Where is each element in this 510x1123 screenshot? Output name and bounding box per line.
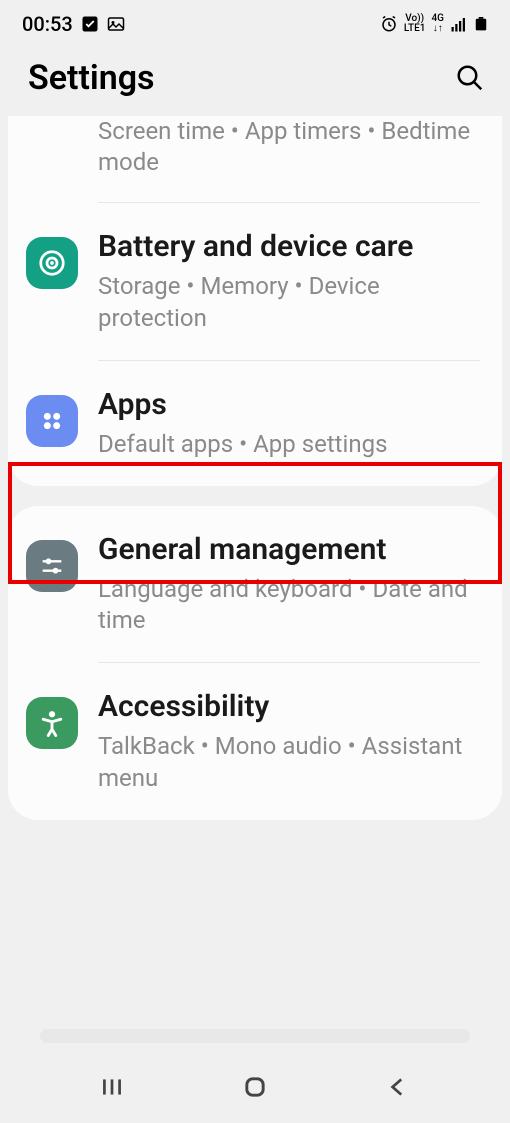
item-subtitle: Language and keyboard • Date and time: [98, 574, 480, 636]
home-icon: [241, 1073, 269, 1101]
nav-back-button[interactable]: [368, 1067, 428, 1107]
status-time: 00:53: [22, 12, 73, 36]
network-arrows: ↓↑: [432, 24, 445, 34]
status-bar: 00:53 Vo)) LTE1 4G ↓↑: [0, 0, 510, 44]
network-label-group: Vo)) LTE1: [404, 14, 426, 34]
apps-icon: [26, 395, 78, 447]
signal-icon: [450, 15, 468, 33]
nav-home-button[interactable]: [225, 1067, 285, 1107]
search-button[interactable]: [452, 60, 488, 96]
settings-group-2: General management Language and keyboard…: [8, 506, 502, 820]
settings-item-apps[interactable]: Apps Default apps • App settings: [8, 361, 502, 486]
accessibility-icon: [26, 697, 78, 749]
settings-group-1: Screen time • App timers • Bedtime mode …: [8, 116, 502, 486]
item-subtitle: Screen time • App timers • Bedtime mode: [98, 116, 480, 178]
recents-icon: [99, 1074, 125, 1100]
item-title: Battery and device care: [98, 229, 480, 265]
settings-item-battery[interactable]: Battery and device care Storage • Memory…: [8, 203, 502, 359]
scroll-indicator: [40, 1029, 470, 1043]
alarm-icon: [380, 15, 398, 33]
sliders-icon: [26, 540, 78, 592]
item-subtitle: TalkBack • Mono audio • Assistant menu: [98, 731, 480, 793]
battery-icon: [474, 13, 488, 35]
battery-care-icon: [26, 237, 78, 289]
page-title: Settings: [28, 58, 155, 98]
image-icon: [107, 15, 125, 33]
search-icon: [455, 63, 485, 93]
settings-item-general[interactable]: General management Language and keyboard…: [8, 506, 502, 662]
settings-item-screen-time[interactable]: Screen time • App timers • Bedtime mode: [8, 116, 502, 202]
item-title: Accessibility: [98, 689, 480, 725]
item-subtitle: Storage • Memory • Device protection: [98, 271, 480, 333]
nav-recents-button[interactable]: [82, 1067, 142, 1107]
network-type-group: 4G ↓↑: [432, 14, 445, 34]
item-title: Apps: [98, 387, 480, 423]
navigation-bar: [0, 1051, 510, 1123]
item-title: General management: [98, 532, 480, 568]
item-subtitle: Default apps • App settings: [98, 429, 480, 460]
settings-item-accessibility[interactable]: Accessibility TalkBack • Mono audio • As…: [8, 663, 502, 819]
back-icon: [385, 1074, 411, 1100]
check-icon: [81, 15, 99, 33]
header: Settings: [0, 44, 510, 116]
lte-label: LTE1: [404, 24, 426, 34]
